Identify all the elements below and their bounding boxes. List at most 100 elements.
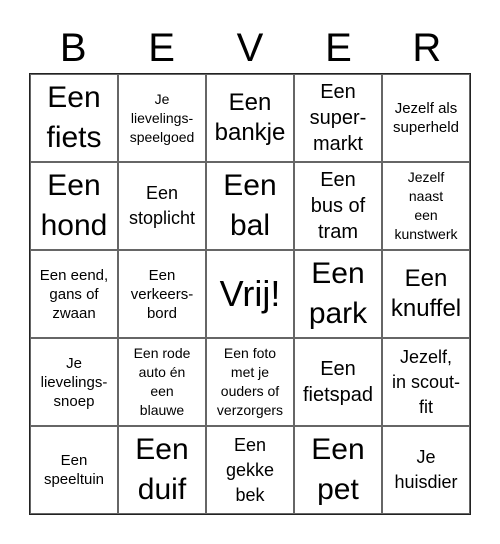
bingo-cell-text: Jezelf naast een kunstwerk xyxy=(394,168,457,244)
bingo-cell-line: Vrij! xyxy=(219,272,281,314)
bingo-cell-text: Een bankje xyxy=(215,88,286,148)
bingo-cell-text: Vrij! xyxy=(219,272,281,315)
bingo-cell-line: fit xyxy=(418,396,433,417)
bingo-cell-line: superheld xyxy=(393,119,459,136)
bingo-cell-text: Een fietspad xyxy=(303,356,373,408)
header-letter-v: V xyxy=(236,26,264,70)
bingo-cell[interactable]: Een eend, gans of zwaan xyxy=(30,250,118,338)
bingo-cell[interactable]: Jezelf, in scout-fit xyxy=(382,338,470,426)
bingo-cell[interactable]: Een hond xyxy=(30,162,118,250)
bingo-cell-line: duif xyxy=(137,473,187,506)
bingo-cell[interactable]: Een gekke bek xyxy=(206,426,294,514)
bingo-cell-line: Een eend, xyxy=(39,266,109,284)
bingo-cell-line: een xyxy=(414,207,438,223)
bingo-cell-line: Een xyxy=(233,434,266,455)
bingo-cell-text: Een eend, gans of zwaan xyxy=(40,266,108,323)
bingo-grid: Een fiets Je lievelings-speelgoed Een bankje E… xyxy=(29,73,471,515)
bingo-cell-line: lievelings- xyxy=(130,109,194,126)
bingo-cell-line: Een rode xyxy=(133,345,191,361)
bingo-cell-line: Een xyxy=(311,257,365,290)
bingo-cell-free[interactable]: Vrij! xyxy=(206,250,294,338)
bingo-cell-line: fiets xyxy=(46,121,102,154)
bingo-cell-line: bord xyxy=(146,304,177,322)
bingo-cell-line: gekke xyxy=(225,459,275,480)
bingo-cell-text: Jezelf als superheld xyxy=(393,99,459,137)
header-letter-r: R xyxy=(412,26,442,70)
bingo-cell-line: Een xyxy=(404,265,448,292)
bingo-cell-line: Een xyxy=(47,169,101,202)
bingo-cell-line: Een xyxy=(320,81,356,103)
bingo-cell-text: Een foto met je ouders of verzorgers xyxy=(217,344,283,420)
bingo-cell[interactable]: Je lievelings-snoep xyxy=(30,338,118,426)
bingo-cell[interactable]: Een verkeers-bord xyxy=(118,250,206,338)
bingo-cell-line: bal xyxy=(229,209,271,242)
bingo-cell-text: Een duif xyxy=(135,430,188,510)
bingo-cell[interactable]: Je huisdier xyxy=(382,426,470,514)
header-letter-e: E xyxy=(148,26,175,70)
bingo-cell-line: verzorgers xyxy=(216,402,284,418)
bingo-cell[interactable]: Een park xyxy=(294,250,382,338)
bingo-header: B E V E R xyxy=(29,22,471,74)
bingo-cell[interactable]: Een knuffel xyxy=(382,250,470,338)
bingo-cell[interactable]: Een super-markt xyxy=(294,74,382,162)
bingo-cell-text: Een speeltuin xyxy=(44,451,104,489)
bingo-cell-line: huisdier xyxy=(394,472,458,492)
bingo-cell-line: kunstwerk xyxy=(394,226,458,242)
bingo-cell[interactable]: Jezelf als superheld xyxy=(382,74,470,162)
bingo-cell[interactable]: Een pet xyxy=(294,426,382,514)
bingo-cell-text: Je lievelings-snoep xyxy=(41,354,108,411)
bingo-cell[interactable]: Een duif xyxy=(118,426,206,514)
bingo-cell-line: Je xyxy=(416,447,436,467)
header-letter-e2: E xyxy=(325,26,352,70)
bingo-cell-text: Een super-markt xyxy=(310,79,367,157)
bingo-cell-line: auto én xyxy=(138,364,186,380)
bingo-cell-line: knuffel xyxy=(390,295,462,322)
bingo-cell-line: snoep xyxy=(53,392,95,410)
bingo-cell[interactable]: Een fiets xyxy=(30,74,118,162)
bingo-cell-line: gans of xyxy=(49,285,99,303)
bingo-cell-line: bek xyxy=(235,484,265,505)
bingo-cell-text: Een rode auto én een blauwe xyxy=(134,344,191,420)
bingo-cell-line: Een xyxy=(60,452,88,469)
bingo-cell-text: Je huisdier xyxy=(394,445,457,495)
bingo-cell[interactable]: Een foto met je ouders of verzorgers xyxy=(206,338,294,426)
bingo-cell-text: Een gekke bek xyxy=(226,433,274,508)
bingo-cell-line: Jezelf, xyxy=(399,346,453,367)
bingo-cell-line: Een xyxy=(148,266,176,284)
bingo-cell-line: speeltuin xyxy=(43,471,105,488)
bingo-cell-line: Een xyxy=(311,433,365,466)
bingo-cell[interactable]: Een fietspad xyxy=(294,338,382,426)
bingo-cell-line: Jezelf xyxy=(407,169,445,185)
header-letter-b: B xyxy=(59,26,87,70)
bingo-cell-line: speelgoed xyxy=(129,128,195,145)
bingo-cell[interactable]: Een bal xyxy=(206,162,294,250)
bingo-cell[interactable]: Een stoplicht xyxy=(118,162,206,250)
bingo-cell-line: Een xyxy=(228,89,272,116)
bingo-cell[interactable]: Je lievelings-speelgoed xyxy=(118,74,206,162)
bingo-cell-text: Een stoplicht xyxy=(129,181,195,231)
bingo-cell-line: bus of xyxy=(310,195,366,217)
bingo-cell-line: verkeers- xyxy=(130,285,194,303)
bingo-cell-line: Je xyxy=(66,354,82,372)
bingo-cell-text: Een park xyxy=(309,254,367,334)
bingo-cell-line: Een xyxy=(145,183,178,203)
bingo-cell-text: Een hond xyxy=(41,166,108,246)
bingo-cell[interactable]: Een speeltuin xyxy=(30,426,118,514)
bingo-cell-line: stoplicht xyxy=(128,208,196,228)
bingo-cell-line: Een xyxy=(223,169,277,202)
bingo-cell-text: Een fiets xyxy=(46,78,101,158)
bingo-cell[interactable]: Een rode auto én een blauwe xyxy=(118,338,206,426)
bingo-cell-line: super- xyxy=(309,107,367,129)
bingo-cell-line: blauwe xyxy=(139,402,185,418)
bingo-cell-line: met je xyxy=(230,364,270,380)
bingo-cell-line: Een xyxy=(135,433,189,466)
bingo-cell-text: Je lievelings-speelgoed xyxy=(130,90,195,147)
bingo-cell[interactable]: Een bankje xyxy=(206,74,294,162)
bingo-cell[interactable]: Een bus of tram xyxy=(294,162,382,250)
bingo-cell-line: pet xyxy=(317,473,359,506)
bingo-cell-line: tram xyxy=(317,221,358,243)
bingo-cell-line: park xyxy=(308,297,368,330)
bingo-cell-line: in scout- xyxy=(391,371,461,392)
bingo-cell[interactable]: Jezelf naast een kunstwerk xyxy=(382,162,470,250)
bingo-cell-line: Je xyxy=(154,90,170,107)
